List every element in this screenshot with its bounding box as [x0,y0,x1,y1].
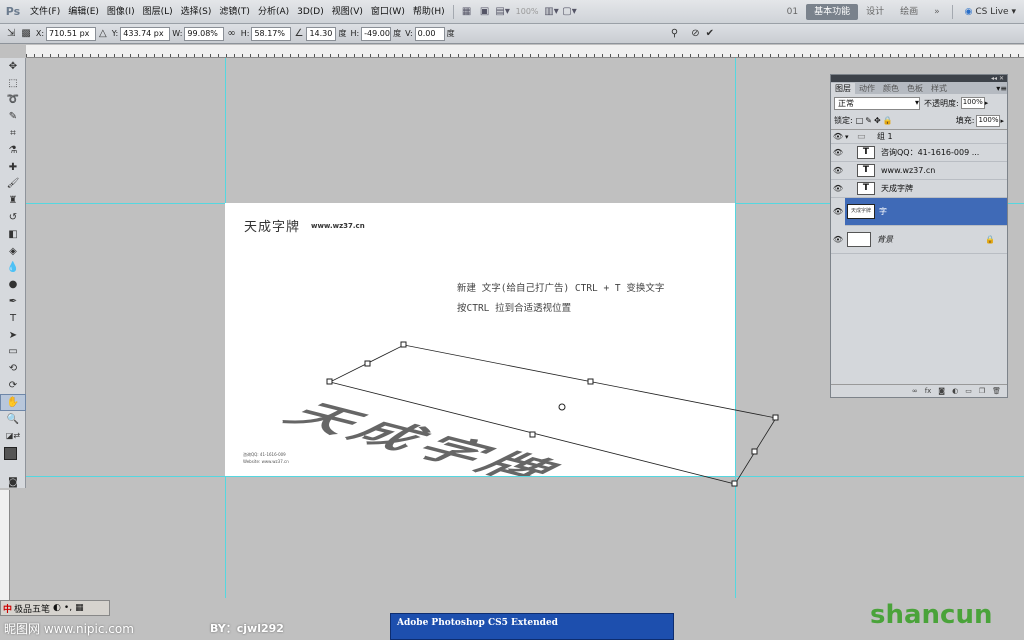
eye-icon[interactable]: 👁 [831,197,845,226]
layer-name: 天成字牌 [881,184,913,193]
watermark-nipic: 昵图网 www.nipic.com [4,622,134,636]
layer-style-icon[interactable]: fx [925,387,932,395]
panel-menu-icon[interactable]: ▾≡ [996,84,1007,93]
fill-label: 填充: [955,116,975,125]
blend-mode-value: 正常 [838,98,854,108]
adjustment-layer-icon[interactable]: ◐ [952,387,958,395]
transform-handle [326,378,333,385]
transform-handle [751,448,758,455]
layer-thumbnail: 天成字牌 [847,204,875,219]
delete-layer-icon[interactable]: 🗑 [992,387,1001,395]
eye-icon[interactable]: 👁 [831,148,845,157]
ime-name: 极品五笔 [14,604,51,615]
watermark-shancun: shancun [870,600,993,630]
close-icon[interactable]: ✕ [999,75,1004,82]
opacity-field[interactable]: 100% [960,97,985,109]
panel-titlebar[interactable]: ◂◂ ✕ [831,75,1007,82]
layer-name: www.wz37.cn [881,166,936,175]
text-layer-icon: T [857,146,875,159]
eye-icon[interactable]: 👁 [831,132,845,141]
tab-color[interactable]: 颜色 [879,83,903,94]
layer-name: 背景 [877,235,893,244]
layer-group-1[interactable]: 👁 ▾ ▭ 组 1 [831,130,1007,144]
ime-keyboard-icon[interactable]: ▦ [75,603,84,613]
ime-icon: 中 [3,604,13,615]
text-layer-icon: T [857,182,875,195]
layer-mask-icon[interactable]: ◙ [938,387,945,395]
taskbar-photoshop[interactable]: Adobe Photoshop CS5 Extended [390,613,674,640]
fill-dropdown-icon[interactable]: ▸ [1000,117,1004,125]
layer-name: 咨询QQ：41-1616-009 ... [881,148,980,157]
transform-handle [587,378,594,385]
collapse-icon[interactable]: ◂◂ [991,75,997,82]
eye-icon[interactable]: 👁 [831,166,845,175]
panel-tabs: 图层 动作 颜色 色板 样式 ▾≡ [831,82,1007,94]
layer-thumbnail [847,232,871,247]
panel-footer: ∞ fx ◙ ◐ ▭ ❐ 🗑 [831,384,1007,397]
blend-row: 正常 ▾ 不透明度: 100% ▸ [831,94,1007,112]
layer-text-qq[interactable]: 👁 T 咨询QQ：41-1616-009 ... [831,144,1007,162]
lock-label: 锁定: [834,116,853,125]
fill-field[interactable]: 100% [976,114,1001,127]
layer-name: 组 1 [877,132,893,141]
transform-handle [364,360,371,367]
opacity-dropdown-icon[interactable]: ▸ [985,99,989,107]
folder-icon: ▭ [857,131,866,142]
text-layer-icon: T [857,164,875,177]
layer-background[interactable]: 👁 背景 🔒 [831,226,1007,254]
tab-swatches[interactable]: 色板 [903,83,927,94]
transform-handle [731,480,738,487]
eye-icon[interactable]: 👁 [831,235,845,244]
ime-moon-icon[interactable]: ◐ [53,603,61,613]
ime-bar[interactable]: 中 极品五笔 ◐ •, ▦ [0,600,110,616]
new-layer-icon[interactable]: ❐ [979,387,985,395]
transform-handle [772,414,779,421]
watermark-author: BY：cjwl292 [210,622,284,635]
blend-mode-select[interactable]: 正常 ▾ [834,96,920,110]
layer-text-url[interactable]: 👁 T www.wz37.cn [831,162,1007,180]
ime-punct-icon[interactable]: •, [64,603,72,613]
transform-handle [529,431,536,438]
tab-styles[interactable]: 样式 [927,83,951,94]
transform-handle [400,341,407,348]
lock-icon: 🔒 [985,235,995,244]
opacity-label: 不透明度: [924,98,959,108]
layer-zi-selected[interactable]: 👁 天成字牌 字 [831,197,1007,226]
link-layers-icon[interactable]: ∞ [912,387,918,395]
tab-layers[interactable]: 图层 [831,82,855,94]
reference-point [558,403,566,411]
tab-actions[interactable]: 动作 [855,83,879,94]
layers-panel: ◂◂ ✕ 图层 动作 颜色 色板 样式 ▾≡ 正常 ▾ 不透明度: 100% ▸ … [830,74,1008,398]
layer-text-title[interactable]: 👁 T 天成字牌 [831,180,1007,198]
new-group-icon[interactable]: ▭ [965,387,972,395]
lock-row: 锁定: □✎✥🔒 填充: 100% ▸ [831,112,1007,130]
eye-icon[interactable]: 👁 [831,184,845,193]
expand-icon[interactable]: ▾ [845,133,857,141]
lock-icons[interactable]: □✎✥🔒 [856,116,895,125]
layer-name: 字 [879,207,887,216]
